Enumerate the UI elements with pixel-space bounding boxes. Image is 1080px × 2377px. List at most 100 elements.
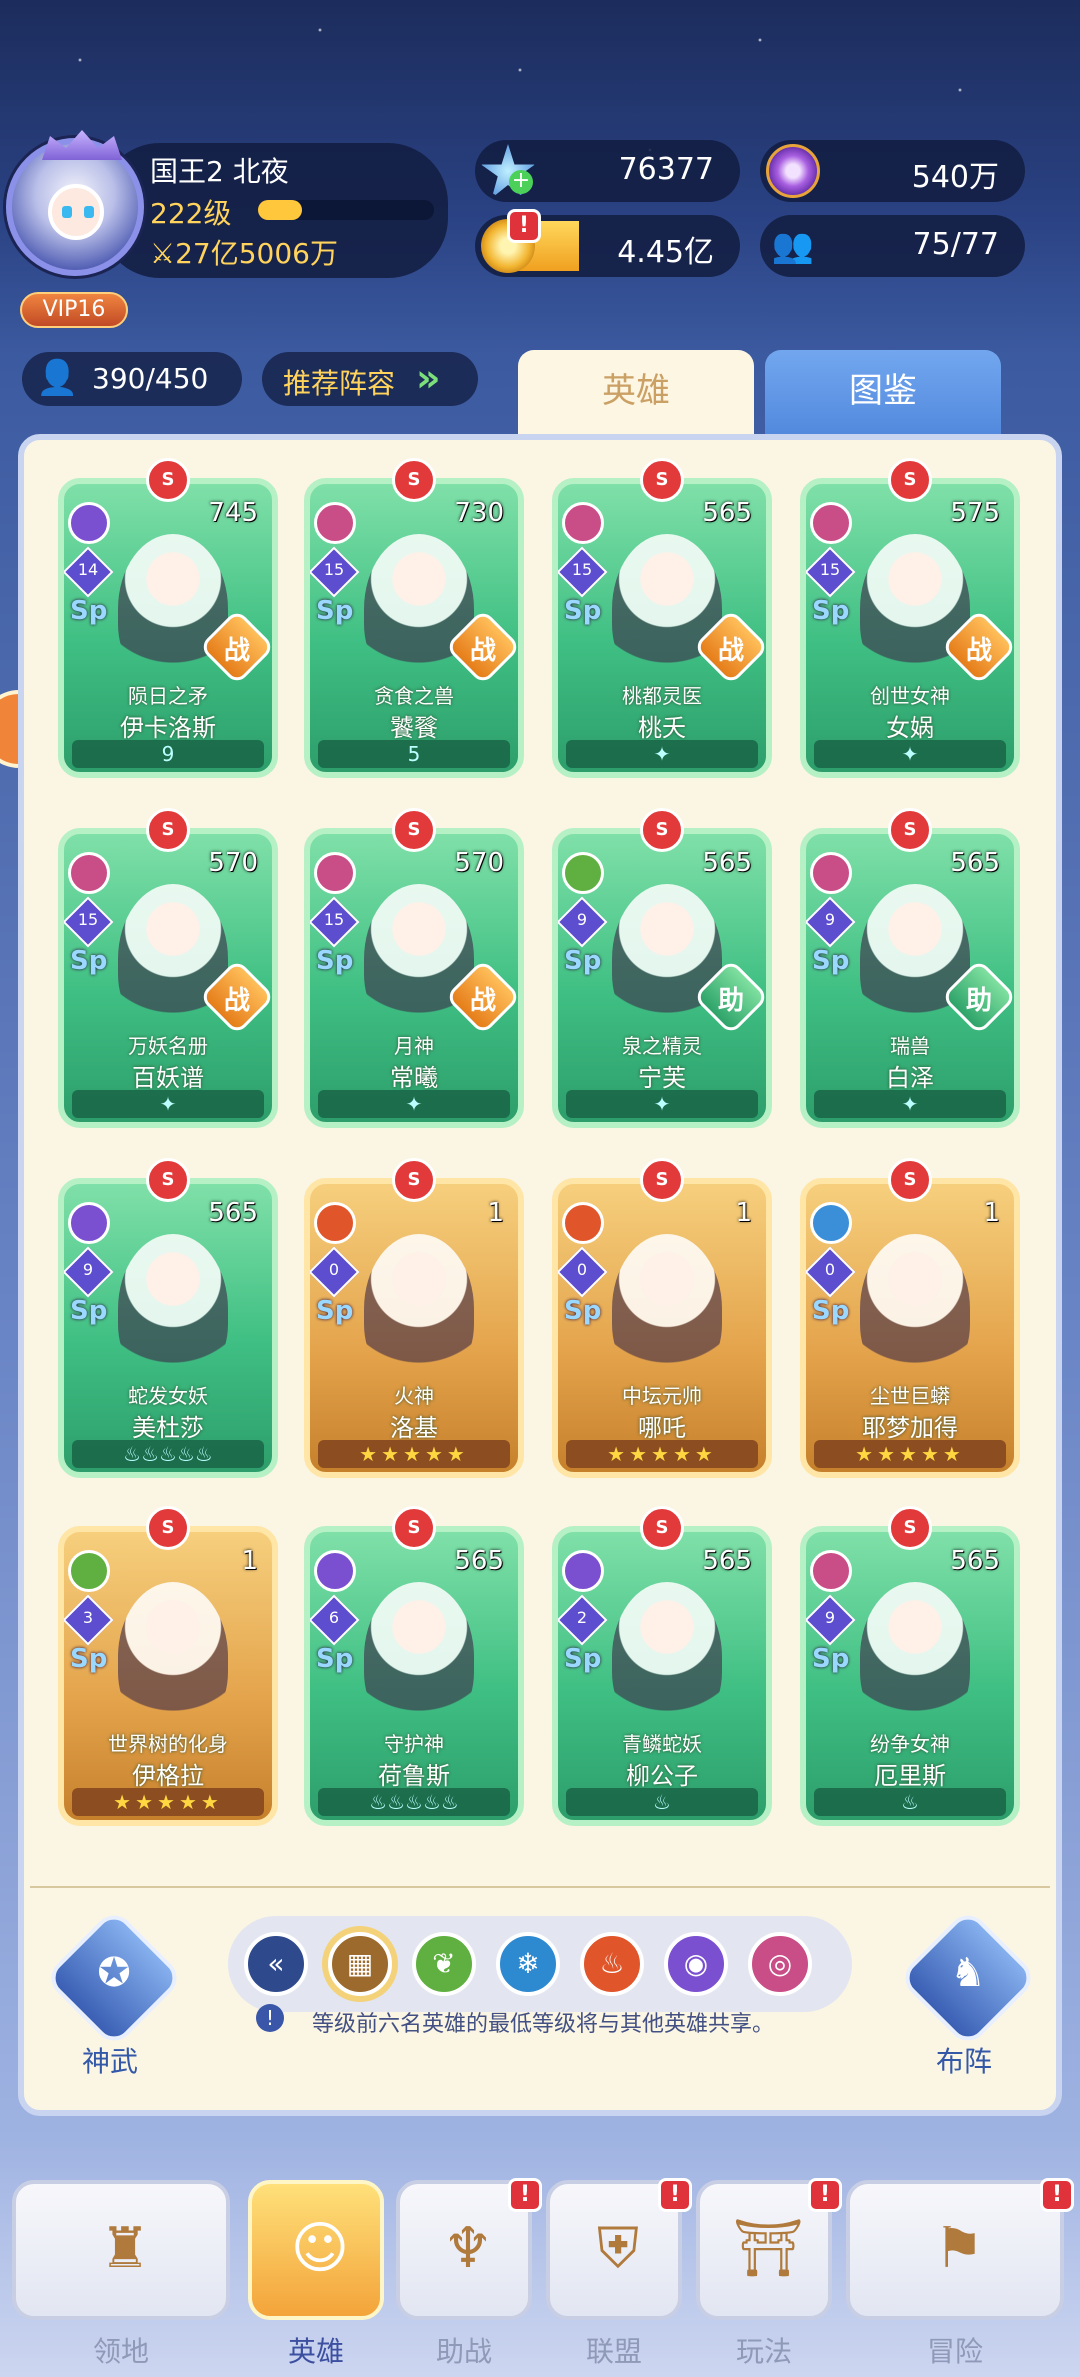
element-icon	[562, 502, 604, 544]
role-badge: 助	[717, 986, 744, 1016]
star-level: 15	[571, 560, 593, 579]
hero-portrait	[118, 1582, 228, 1732]
purple-coin-resource[interactable]: 540万	[760, 140, 1025, 202]
sp-badge: Sp	[812, 1644, 850, 1674]
nav-label: 冒险	[926, 2335, 983, 2368]
role-badge: 战	[223, 636, 250, 666]
tab-codex[interactable]: 图鉴	[765, 350, 1001, 444]
role-badge: 战	[469, 636, 496, 666]
hero-power: 565	[702, 1546, 752, 1576]
star-level: 14	[77, 560, 99, 579]
avatar-eye	[62, 206, 72, 218]
rank-s-icon: S	[640, 808, 684, 852]
hero-card[interactable]: 0 Sp 1 火神 洛基 ★★★★★	[304, 1178, 524, 1478]
star-level: 15	[323, 910, 345, 929]
player-avatar[interactable]	[6, 130, 144, 276]
add-crystal-icon[interactable]: +	[509, 170, 533, 194]
hero-card[interactable]: 6 Sp 565 守护神 荷鲁斯 ♨♨♨♨♨	[304, 1526, 524, 1826]
roster-count: 390/450	[92, 362, 209, 395]
element-filter-2-icon[interactable]: ❦	[412, 1932, 476, 1996]
crystal-resource[interactable]: + 76377	[475, 140, 740, 202]
avatar-eye	[84, 206, 94, 218]
role-badge: 战	[965, 636, 992, 666]
hero-card[interactable]: 9 Sp 565 助泉之精灵 宁芙 ✦	[552, 828, 772, 1128]
element-icon	[314, 1202, 356, 1244]
hero-card[interactable]: 15 Sp 570 战月神 常曦 ✦	[304, 828, 524, 1128]
tab-heroes[interactable]: 英雄	[518, 350, 754, 444]
hero-card[interactable]: 15 Sp 570 战万妖名册 百妖谱 ✦	[58, 828, 278, 1128]
hero-awaken-bar: ★★★★★	[566, 1440, 758, 1468]
hero-card[interactable]: 15 Sp 730 战贪食之兽 饕餮 5	[304, 478, 524, 778]
hero-awaken-bar: 9	[72, 740, 264, 768]
shared-level-info: 等级前六名英雄的最低等级将与其他英雄共享。	[312, 2012, 775, 2037]
hero-card[interactable]: 15 Sp 565 战桃都灵医 桃夭 ✦	[552, 478, 772, 778]
rank-s-icon: S	[888, 1158, 932, 1202]
player-name: 国王2 北夜	[150, 155, 289, 188]
hero-name: 百妖谱	[132, 1064, 204, 1092]
nav-item[interactable]: ⚑	[846, 2180, 1064, 2320]
nav-alert-icon: !	[508, 2178, 542, 2212]
star-level: 9	[576, 910, 588, 929]
star-level: 15	[77, 910, 99, 929]
divine-weapon-label: 神武	[81, 2045, 138, 2078]
hero-power: 565	[950, 848, 1000, 878]
element-filter-3-icon[interactable]: ❄	[496, 1932, 560, 1996]
hero-card[interactable]: 0 Sp 1 中坛元帅 哪吒 ★★★★★	[552, 1178, 772, 1478]
gold-resource[interactable]: ! 4.45亿	[475, 209, 740, 277]
team-value: 75/77	[912, 227, 999, 262]
nav-alert-icon: !	[808, 2178, 842, 2212]
sp-badge: Sp	[70, 596, 108, 626]
hero-card[interactable]: 9 Sp 565 蛇发女妖 美杜莎 ♨♨♨♨♨	[58, 1178, 278, 1478]
element-icon	[68, 1202, 110, 1244]
sp-badge: Sp	[812, 946, 850, 976]
hero-awaken-bar: ✦	[72, 1090, 264, 1118]
hero-portrait	[860, 1234, 970, 1384]
hero-awaken-bar: ✦	[566, 1090, 758, 1118]
hero-card[interactable]: 2 Sp 565 青鳞蛇妖 柳公子 ♨	[552, 1526, 772, 1826]
hero-power: 1	[487, 1198, 504, 1228]
element-filter-5-icon[interactable]: ◉	[664, 1932, 728, 1996]
star-level: 2	[576, 1608, 588, 1627]
hero-card[interactable]: 3 Sp 1 世界树的化身 伊格拉 ★★★★★	[58, 1526, 278, 1826]
chess-knight-icon: ♞	[950, 1950, 986, 1996]
element-filter-1-icon[interactable]: ▦	[328, 1932, 392, 1996]
hero-name: 洛基	[390, 1414, 438, 1442]
sp-badge: Sp	[316, 1644, 354, 1674]
hero-card[interactable]: 15 Sp 575 战创世女神 女娲 ✦	[800, 478, 1020, 778]
hero-name: 桃夭	[638, 714, 686, 742]
hero-awaken-bar: ✦	[566, 740, 758, 768]
hero-card[interactable]: 9 Sp 565 助瑞兽 白泽 ✦	[800, 828, 1020, 1128]
nav-label: 领地	[92, 2335, 149, 2368]
hero-title: 蛇发女妖	[128, 1384, 208, 1408]
nav-item[interactable]: ☺	[248, 2180, 384, 2320]
roster-user-icon: 👤	[36, 358, 79, 398]
gold-value: 4.45亿	[617, 235, 714, 270]
star-level: 6	[328, 1608, 340, 1627]
element-icon	[810, 852, 852, 894]
element-filter-0-icon[interactable]: «	[244, 1932, 308, 1996]
hero-title: 中坛元帅	[622, 1384, 702, 1408]
sp-badge: Sp	[70, 946, 108, 976]
info-icon: !	[256, 2004, 284, 2032]
hero-name: 伊卡洛斯	[120, 714, 216, 742]
hero-name: 常曦	[390, 1064, 438, 1092]
vip-badge[interactable]: VIP16	[20, 292, 128, 328]
element-filter-6-icon[interactable]: ◎	[748, 1932, 812, 1996]
star-level: 0	[824, 1260, 836, 1279]
double-chevron-icon: »	[416, 356, 441, 400]
sp-badge: Sp	[316, 1296, 354, 1326]
hero-title: 创世女神	[870, 684, 950, 708]
rank-s-icon: S	[392, 1158, 436, 1202]
hero-power: 745	[208, 498, 258, 528]
element-filter-4-icon[interactable]: ♨	[580, 1932, 644, 1996]
nav-item[interactable]: ♜	[12, 2180, 230, 2320]
sp-badge: Sp	[564, 1644, 602, 1674]
rank-s-icon: S	[146, 808, 190, 852]
nav-icon: ♜	[99, 2216, 151, 2281]
hero-card[interactable]: 9 Sp 565 纷争女神 厄里斯 ♨	[800, 1526, 1020, 1826]
sp-badge: Sp	[564, 946, 602, 976]
hero-power: 565	[950, 1546, 1000, 1576]
team-resource[interactable]: 👥 75/77	[760, 215, 1025, 277]
hero-card[interactable]: 0 Sp 1 尘世巨蟒 耶梦加得 ★★★★★	[800, 1178, 1020, 1478]
hero-card[interactable]: 14 Sp 745 战陨日之矛 伊卡洛斯 9	[58, 478, 278, 778]
